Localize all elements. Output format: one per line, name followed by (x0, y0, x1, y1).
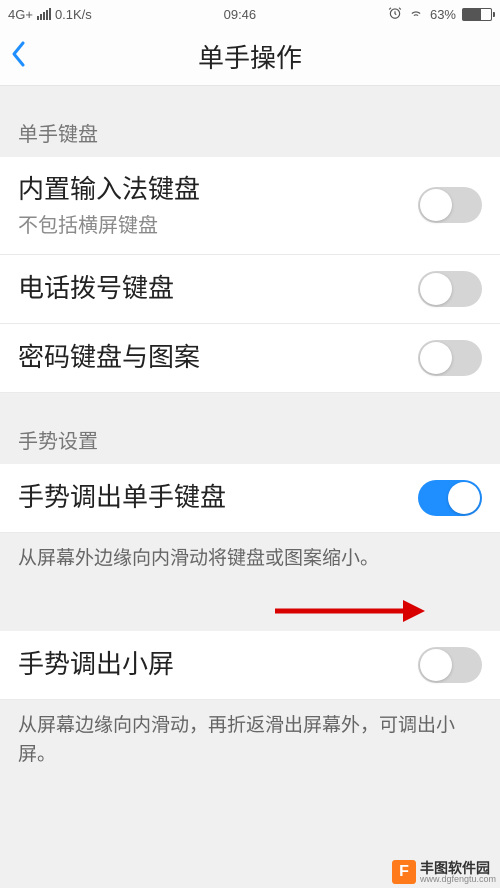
toggle-builtin-keyboard[interactable] (418, 187, 482, 223)
row-desc-gesture-smallscreen: 从屏幕边缘向内滑动，再折返滑出屏幕外，可调出小屏。 (0, 700, 500, 787)
watermark-url: www.dgfengtu.com (420, 875, 496, 884)
page-title: 单手操作 (0, 38, 500, 75)
speed-label: 0.1K/s (55, 7, 92, 22)
watermark-logo: F (392, 860, 416, 884)
row-title: 电话拨号键盘 (18, 272, 418, 306)
row-title: 内置输入法键盘 (18, 173, 418, 207)
toggle-password-keyboard[interactable] (418, 340, 482, 376)
wifi-icon (408, 6, 424, 23)
row-title: 手势调出小屏 (18, 648, 418, 682)
toggle-dialer-keyboard[interactable] (418, 271, 482, 307)
row-title: 手势调出单手键盘 (18, 481, 418, 515)
battery-pct: 63% (430, 7, 456, 22)
watermark-name: 丰图软件园 (420, 861, 496, 875)
status-bar: 4G+ 0.1K/s 09:46 63% (0, 0, 500, 28)
header: 单手操作 (0, 28, 500, 86)
toggle-gesture-keyboard[interactable] (418, 480, 482, 516)
row-subtitle: 不包括横屏键盘 (18, 209, 418, 238)
row-title: 密码键盘与图案 (18, 341, 418, 375)
section-header-gesture: 手势设置 (0, 393, 500, 464)
row-gesture-smallscreen[interactable]: 手势调出小屏 (0, 631, 500, 700)
toggle-gesture-smallscreen[interactable] (418, 647, 482, 683)
time-label: 09:46 (224, 7, 257, 22)
signal-icon (37, 8, 51, 20)
battery-icon (462, 8, 492, 21)
row-dialer-keyboard[interactable]: 电话拨号键盘 (0, 255, 500, 324)
row-desc-gesture-keyboard: 从屏幕外边缘向内滑动将键盘或图案缩小。 (0, 533, 500, 592)
watermark: F 丰图软件园 www.dgfengtu.com (392, 860, 496, 884)
row-password-keyboard[interactable]: 密码键盘与图案 (0, 324, 500, 393)
section-header-keyboard: 单手键盘 (0, 86, 500, 157)
back-button[interactable] (10, 39, 28, 74)
alarm-icon (388, 6, 402, 23)
network-label: 4G+ (8, 7, 33, 22)
row-gesture-keyboard[interactable]: 手势调出单手键盘 (0, 464, 500, 533)
row-builtin-keyboard[interactable]: 内置输入法键盘 不包括横屏键盘 (0, 157, 500, 255)
